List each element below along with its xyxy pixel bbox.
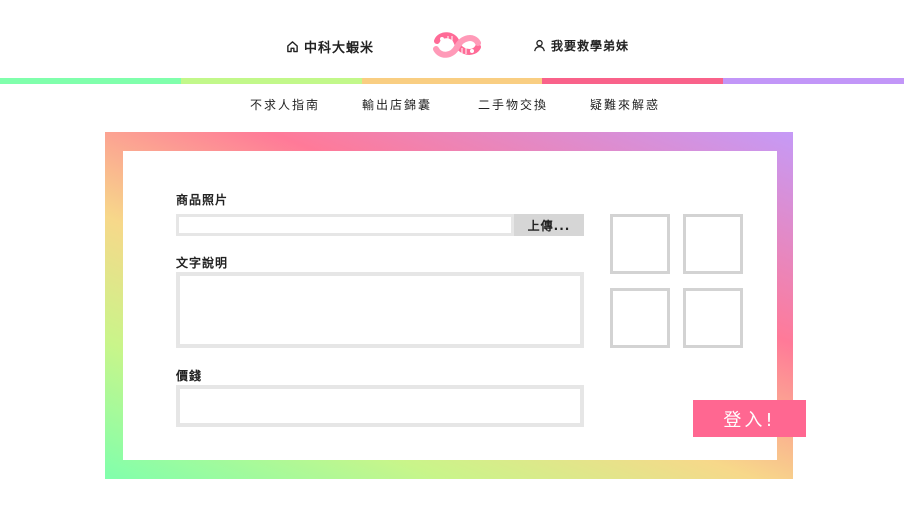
upload-button[interactable]: 上傳... — [514, 214, 584, 236]
nav-item-questions[interactable]: 疑難來解惑 — [590, 96, 660, 113]
description-label: 文字說明 — [176, 256, 229, 270]
photo-label: 商品照片 — [176, 193, 229, 207]
description-textarea[interactable] — [176, 272, 584, 348]
nav-item-guide[interactable]: 不求人指南 — [250, 96, 320, 113]
stripe-segment — [180, 78, 362, 84]
stripe-segment — [0, 78, 181, 84]
stripe-segment — [542, 78, 724, 84]
top-header: 中科大蝦米 我要救學弟妹 — [0, 28, 904, 60]
user-icon — [534, 39, 545, 52]
login-button[interactable]: 登入! — [693, 400, 806, 437]
photo-thumbnail[interactable] — [610, 214, 670, 274]
shrimp-logo-icon[interactable] — [432, 31, 482, 59]
main-nav: 不求人指南 輸出店錦囊 二手物交換 疑難來解惑 — [0, 96, 904, 112]
stripe-segment — [723, 78, 904, 84]
price-input[interactable] — [176, 385, 584, 427]
photo-file-field[interactable] — [176, 214, 514, 236]
photo-thumbnail[interactable] — [610, 288, 670, 348]
nav-item-second-hand[interactable]: 二手物交換 — [478, 96, 548, 113]
nav-item-print-shops[interactable]: 輸出店錦囊 — [362, 96, 432, 113]
stripe-segment — [361, 78, 543, 84]
price-label: 價錢 — [176, 369, 203, 383]
color-stripe — [0, 78, 904, 84]
home-link[interactable]: 中科大蝦米 — [286, 37, 374, 56]
user-link-label: 我要救學弟妹 — [551, 39, 630, 53]
photo-thumbnail[interactable] — [683, 214, 743, 274]
home-link-label: 中科大蝦米 — [304, 41, 375, 56]
home-icon — [287, 41, 298, 53]
user-link[interactable]: 我要救學弟妹 — [533, 37, 629, 54]
photo-thumbnail[interactable] — [683, 288, 743, 348]
